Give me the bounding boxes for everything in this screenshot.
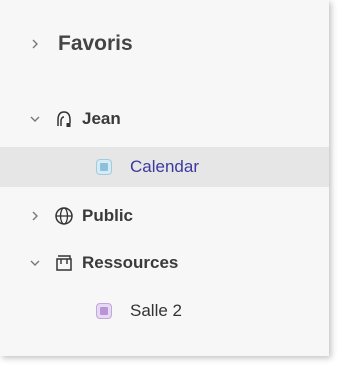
tree-item-label: Public [82,206,134,225]
chevron-down-icon[interactable] [26,254,44,272]
chevron-right-icon[interactable] [26,35,44,53]
tree-item-public[interactable]: Public [0,199,329,233]
tree-item-label: Jean [82,109,121,128]
user-icon [54,109,74,129]
tree-item-calendar[interactable]: Calendar [0,147,329,187]
tree-item-salle-2[interactable]: Salle 2 [0,294,329,328]
globe-icon [54,206,74,226]
resources-icon [54,253,74,273]
tree-item-label: Favoris [58,32,133,55]
tree-item-jean[interactable]: Jean [0,102,329,136]
tree-item-label: Calendar [130,157,199,176]
calendar-square-icon [96,303,112,319]
chevron-down-icon[interactable] [26,110,44,128]
chevron-right-icon[interactable] [26,207,44,225]
tree-item-label: Salle 2 [130,301,182,320]
folder-tree-panel: Favoris Jean Calendar Public Ressources … [0,0,329,356]
tree-item-label: Ressources [82,253,179,272]
calendar-square-icon [96,159,112,175]
tree-item-ressources[interactable]: Ressources [0,246,329,280]
tree-item-favoris[interactable]: Favoris [0,26,329,62]
